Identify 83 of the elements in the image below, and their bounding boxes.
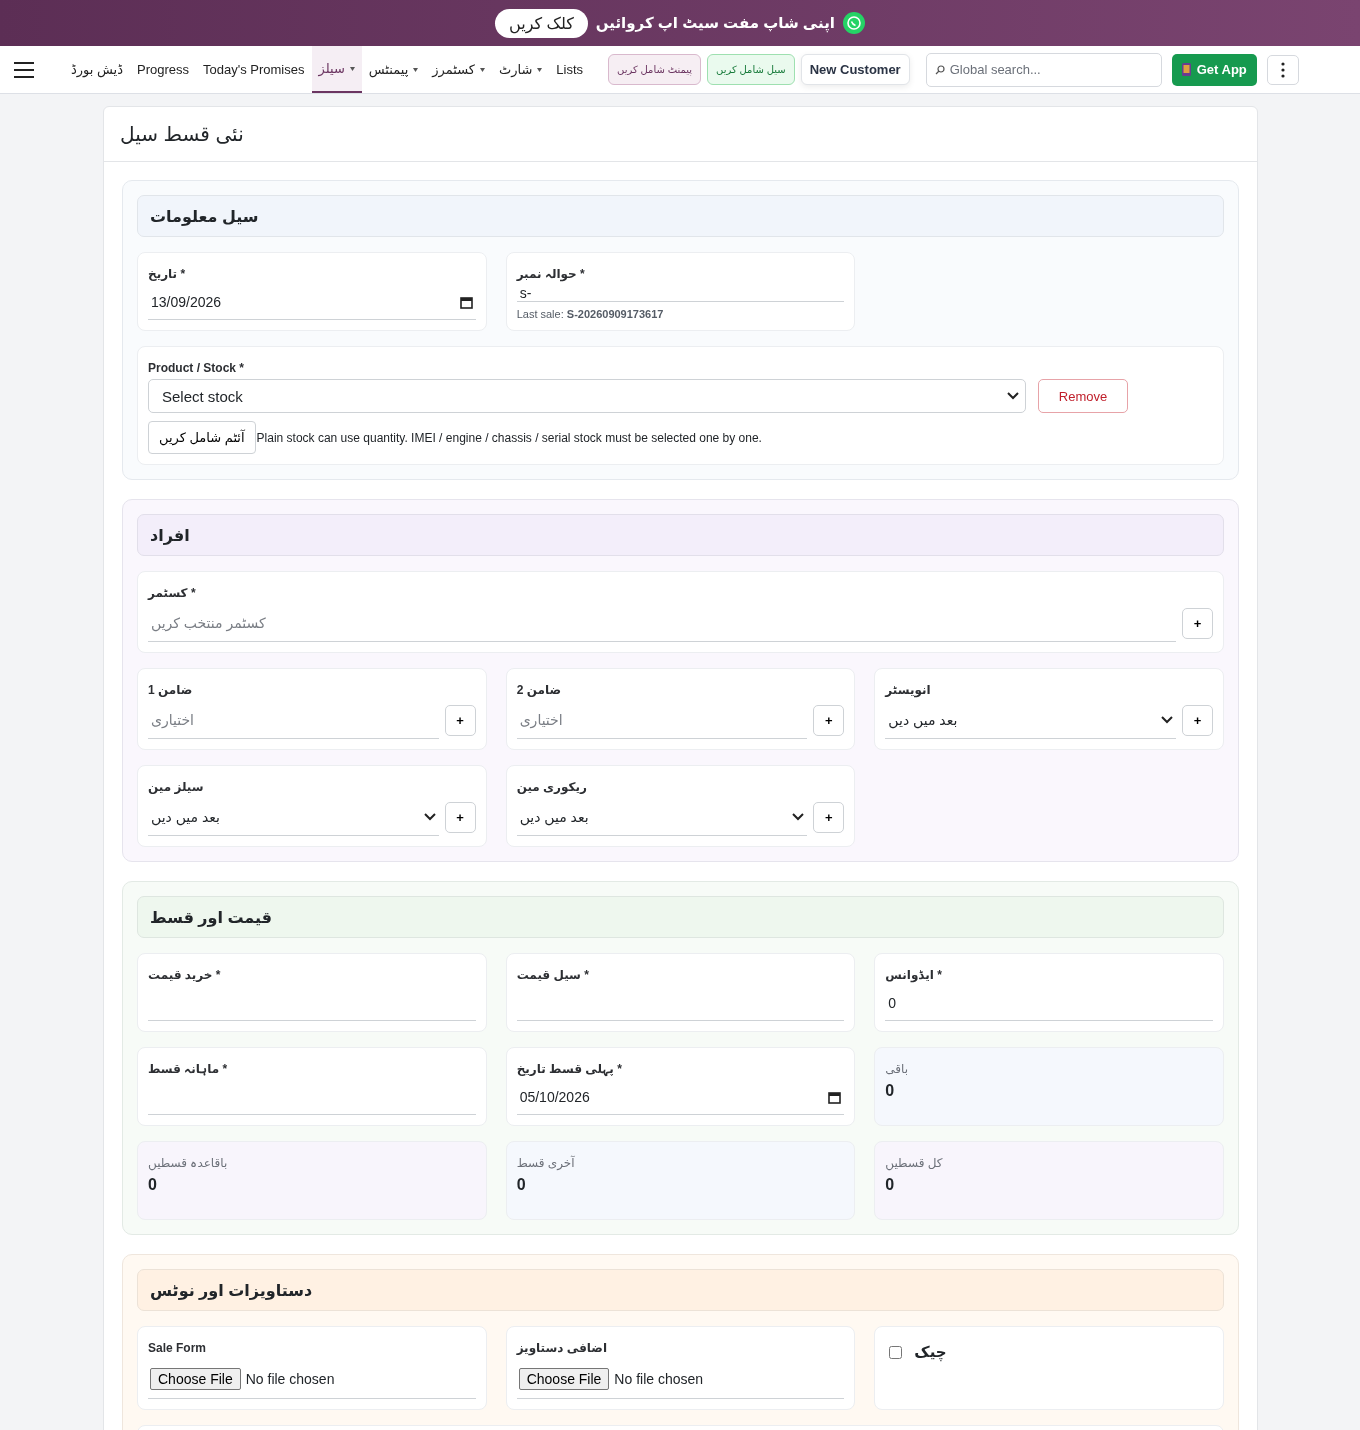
- chevron-down-icon: [423, 812, 436, 821]
- summary-label: کل قسطیں: [885, 1156, 944, 1170]
- field-label: ماہانہ قسط *: [148, 1061, 229, 1078]
- nav-tab[interactable]: پیمنٹس: [361, 46, 426, 93]
- add-button[interactable]: +: [444, 704, 476, 736]
- select-field[interactable]: Select stock: [148, 379, 1026, 413]
- nav-tab[interactable]: کسٹمرز: [425, 46, 492, 93]
- page-title: نئی قسط سیل: [104, 107, 1257, 162]
- select-field[interactable]: بعد میں دیں: [885, 701, 1176, 739]
- menu-icon[interactable]: [14, 60, 34, 79]
- section-header: دستاویزات اور نوٹس: [137, 1269, 1224, 1311]
- select-field[interactable]: بعد میں دیں: [148, 798, 439, 836]
- click-button[interactable]: کلک کریں: [495, 8, 588, 38]
- banner-text: اپنی شاپ مفت سیٹ اپ کروائیں: [595, 14, 835, 32]
- field-label: حوالہ نمبر *: [516, 266, 586, 284]
- add-button[interactable]: +: [444, 801, 476, 833]
- add-button[interactable]: +: [1182, 704, 1213, 736]
- section-header: افراد: [137, 514, 1224, 556]
- field-label: ایڈوانس *: [885, 967, 943, 985]
- field-label: سیلز مین: [148, 779, 205, 796]
- chevron-down-icon: [1007, 392, 1019, 400]
- input-field[interactable]: کسٹمر منتخب کریں: [148, 604, 1176, 642]
- chevron-down-icon: [1161, 715, 1173, 724]
- action-button[interactable]: New Customer: [800, 54, 910, 85]
- nav-tab[interactable]: Today's Promises: [196, 46, 312, 93]
- action-button[interactable]: سیل شامل کریں: [707, 54, 795, 85]
- checkbox-label: چیک: [914, 1343, 947, 1361]
- field-label: خرید قیمت *: [148, 967, 222, 984]
- nav-tab[interactable]: Progress: [130, 46, 197, 93]
- input-field[interactable]: اختیاری: [148, 701, 439, 739]
- search-icon: [934, 64, 945, 75]
- add-item-button[interactable]: آئٹم شامل کریں: [148, 421, 256, 454]
- add-button[interactable]: +: [1182, 607, 1213, 639]
- select-field[interactable]: بعد میں دیں: [516, 798, 808, 836]
- summary-value: 0: [516, 1176, 527, 1194]
- calendar-icon: [459, 295, 473, 309]
- summary-label: باقاعدہ قسطیں: [148, 1156, 229, 1170]
- remove-button[interactable]: Remove: [1038, 379, 1128, 413]
- more-button[interactable]: [1266, 54, 1299, 85]
- field-label: تاریخ *: [148, 266, 187, 283]
- input-field[interactable]: اختیاری: [516, 701, 808, 739]
- section-header: قیمت اور قسط: [137, 896, 1224, 938]
- chevron-down-icon: [792, 812, 805, 821]
- nav-tab[interactable]: Lists: [549, 46, 591, 93]
- action-button[interactable]: پیمنٹ شامل کریں: [608, 54, 702, 85]
- add-button[interactable]: +: [813, 801, 845, 833]
- add-button[interactable]: +: [813, 704, 845, 736]
- field-label: کسٹمر *: [148, 585, 197, 602]
- get-app-button[interactable]: Get App: [1171, 53, 1257, 86]
- field-label: سیل قیمت *: [516, 967, 590, 984]
- summary-label: باقی: [885, 1062, 910, 1076]
- field-label: انویسٹر: [885, 682, 932, 700]
- nav-tab[interactable]: ڈیش بورڈ: [64, 46, 130, 93]
- stock-note: Plain stock can use quantity. IMEI / engine / chassis / serial stock must be selected one by one.: [256, 430, 762, 445]
- file-status: No file chosen: [614, 1370, 704, 1387]
- summary-value: 0: [885, 1176, 896, 1194]
- checkbox[interactable]: [889, 1345, 903, 1359]
- file-status: No file chosen: [245, 1370, 335, 1387]
- field-label: Product / Stock *: [148, 360, 246, 377]
- choose-file-button[interactable]: Choose File: [518, 1367, 610, 1390]
- phone-icon: [1181, 63, 1191, 76]
- field-label: ضامن 1: [148, 682, 194, 699]
- input-field[interactable]: 0: [885, 986, 1213, 1021]
- input-field[interactable]: 13/09/2026: [148, 285, 476, 320]
- input-field[interactable]: 05/10/2026: [516, 1080, 845, 1115]
- calendar-icon: [828, 1090, 842, 1104]
- search-field[interactable]: Global search...: [925, 52, 1162, 87]
- field-label: ضامن 2: [516, 682, 562, 699]
- field-label: پہلی قسط تاریخ *: [516, 1061, 623, 1078]
- whatsapp-icon: [842, 12, 865, 34]
- summary-label: آخری قسط: [516, 1156, 576, 1170]
- field-label: اضافی دستاویز: [516, 1340, 608, 1358]
- summary-value: 0: [148, 1176, 158, 1194]
- input-field[interactable]: s-: [516, 285, 845, 302]
- hint-text: Last sale: S-20260909173617: [516, 308, 665, 320]
- field-label: Sale Form: [148, 1340, 208, 1357]
- section-header: سیل معلومات: [137, 195, 1224, 237]
- summary-value: 0: [885, 1082, 896, 1100]
- more-icon: [1280, 61, 1285, 78]
- choose-file-button[interactable]: Choose File: [150, 1367, 241, 1390]
- nav-tab[interactable]: شارٹ: [491, 46, 550, 93]
- nav-tab[interactable]: سیلز: [311, 46, 362, 93]
- field-label: ریکوری مین: [516, 779, 588, 797]
